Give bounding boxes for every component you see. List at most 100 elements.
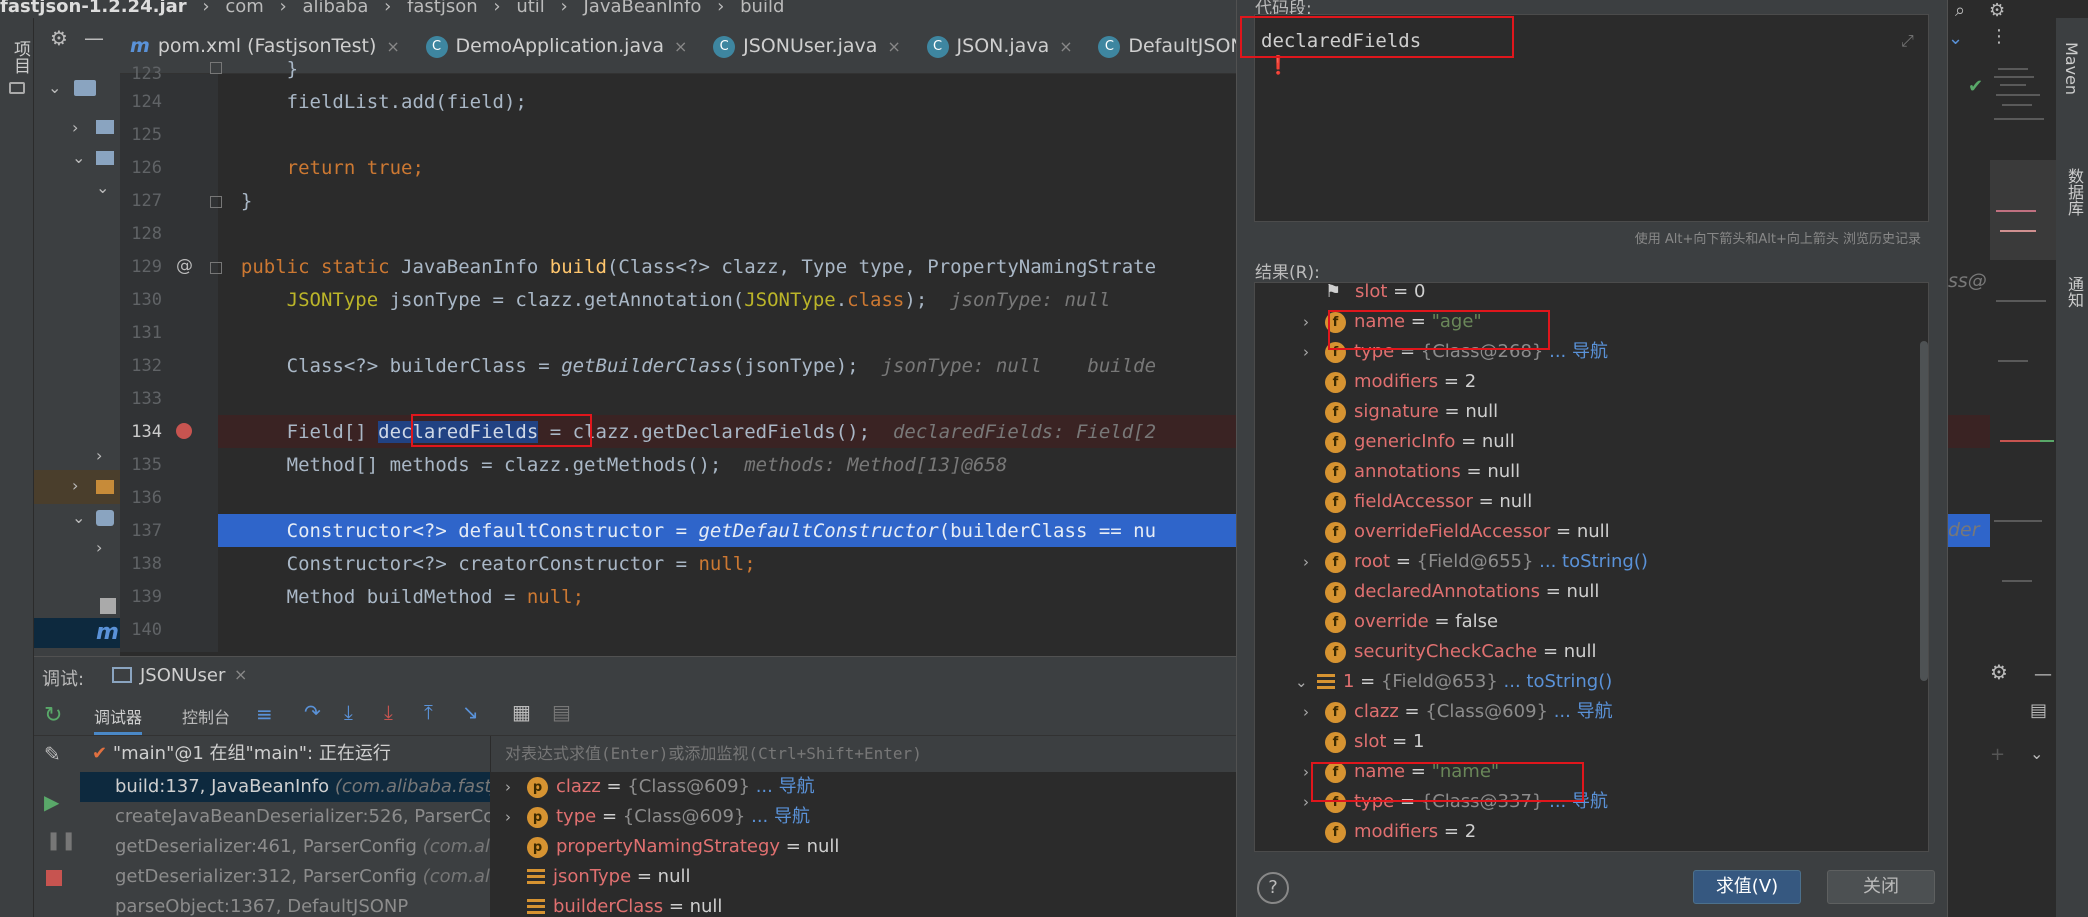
code-line-127[interactable]: }	[218, 185, 1236, 218]
variable-row[interactable]: p propertyNamingStrategy = null	[491, 832, 1236, 862]
debug-session-tab[interactable]: JSONUser	[140, 665, 225, 686]
more-icon[interactable]: ⋮	[1990, 26, 2008, 47]
result-row[interactable]: f fieldAccessor = null	[1325, 487, 1532, 517]
tostring-link[interactable]: ... toString()	[1498, 671, 1613, 692]
frame-item[interactable]: getDeserializer:461, ParserConfig (com.a…	[80, 832, 490, 862]
navigate-link[interactable]: ... 导航	[750, 776, 815, 797]
thread-selector[interactable]: ✔ "main"@1 在组"main": 正在运行	[80, 736, 490, 772]
trace-icon[interactable]: ▤	[552, 700, 571, 724]
evaluate-button[interactable]: 求值(V)	[1693, 870, 1801, 904]
navigate-link[interactable]: ... 导航	[745, 806, 810, 827]
stop-icon[interactable]	[46, 870, 62, 886]
pause-icon[interactable]: ❚❚	[46, 830, 76, 851]
code-line-129[interactable]: public static JavaBeanInfo build(Class<?…	[218, 251, 1236, 284]
notifications-tool-tab[interactable]: 通知	[2062, 276, 2086, 308]
result-row[interactable]: f annotations = null	[1325, 457, 1520, 487]
gear-icon[interactable]: ⚙	[1990, 660, 2008, 684]
code-line-135[interactable]: Method[] methods = clazz.getMethods(); m…	[218, 449, 1236, 482]
code-line-139[interactable]: Method buildMethod = null;	[218, 581, 1236, 614]
code-minimap[interactable]	[1990, 60, 2056, 660]
step-out-icon[interactable]: ⤒	[424, 700, 433, 724]
watch-input[interactable]: 对表达式求值(Enter)或添加监视(Ctrl+Shift+Enter)	[491, 736, 1236, 772]
navigate-link[interactable]: ... 导航	[1548, 701, 1613, 722]
result-row[interactable]: f slot = 1	[1325, 727, 1424, 757]
result-row[interactable]: ⚑ slot = 0	[1325, 283, 1425, 307]
breadcrumb-class[interactable]: JavaBeanInfo	[583, 0, 701, 17]
menu-icon[interactable]: ≡	[256, 702, 273, 726]
code-line-123[interactable]: }	[218, 53, 1236, 86]
rerun-icon[interactable]: ↻	[44, 703, 62, 728]
chevron-right-icon[interactable]: ›	[96, 538, 102, 557]
result-row[interactable]: f overrideFieldAccessor = null	[1325, 517, 1610, 547]
breadcrumb-jar[interactable]: fastjson-1.2.24.jar	[0, 0, 187, 17]
step-into-icon[interactable]: ⤓	[344, 700, 353, 724]
close-dialog-button[interactable]: 关闭	[1827, 870, 1935, 904]
code-line-137[interactable]: Constructor<?> defaultConstructor = getD…	[218, 515, 1236, 548]
code-line-138[interactable]: Constructor<?> creatorConstructor = null…	[218, 548, 1236, 581]
chevron-right-icon[interactable]: ›	[1303, 697, 1325, 727]
add-watch-icon[interactable]: +	[1990, 744, 2005, 765]
code-line-132[interactable]: Class<?> builderClass = getBuilderClass(…	[218, 350, 1236, 383]
breadcrumb-util[interactable]: util	[516, 0, 544, 17]
gear-icon[interactable]: ⚙	[50, 26, 68, 50]
navigate-link[interactable]: ... 导航	[1543, 341, 1608, 362]
chevron-down-icon[interactable]: ⌄	[72, 148, 85, 167]
breakpoint-icon[interactable]	[176, 423, 192, 439]
chevron-right-icon[interactable]: ›	[1303, 547, 1325, 577]
wrench-icon[interactable]: ✎	[44, 742, 61, 766]
variable-row[interactable]: › p clazz = {Class@609} ... 导航	[491, 772, 1236, 802]
chevron-down-icon[interactable]: ⌄	[72, 508, 85, 527]
layout-icon[interactable]: ▤	[2030, 700, 2047, 721]
chevron-down-icon[interactable]: ⌄	[1948, 28, 1963, 49]
chevron-right-icon[interactable]: ›	[72, 476, 78, 495]
frame-item[interactable]: build:137, JavaBeanInfo (com.alibaba.fas…	[80, 772, 490, 802]
result-row[interactable]: f override = false	[1325, 607, 1498, 637]
run-to-cursor-icon[interactable]: ↘	[462, 700, 479, 724]
minimize-icon[interactable]: —	[84, 26, 104, 50]
chevron-right-icon[interactable]: ›	[505, 772, 527, 802]
minimize-icon[interactable]: —	[2034, 664, 2052, 685]
frame-item[interactable]: createJavaBeanDeserializer:526, ParserCo…	[80, 802, 490, 832]
help-button[interactable]: ?	[1257, 872, 1289, 904]
variable-row[interactable]: jsonType = null	[491, 862, 1236, 892]
database-tool-tab[interactable]: 数据库	[2062, 168, 2086, 216]
chevron-right-icon[interactable]: ›	[96, 446, 102, 465]
variable-row[interactable]: › p type = {Class@609} ... 导航	[491, 802, 1236, 832]
chevron-right-icon[interactable]: ›	[505, 802, 527, 832]
chevron-down-icon[interactable]: ⌄	[96, 178, 109, 197]
variable-row[interactable]: builderClass = null	[491, 892, 1236, 917]
code-line-130[interactable]: JSONType jsonType = clazz.getAnnotation(…	[218, 284, 1236, 317]
chevron-down-icon[interactable]: ⌄	[2030, 744, 2043, 763]
project-tool-tab[interactable]: 项目	[8, 40, 33, 74]
search-icon[interactable]: ⌕	[1955, 0, 1965, 21]
gear-icon[interactable]: ⚙	[1989, 0, 2005, 21]
breadcrumb-alibaba[interactable]: alibaba	[302, 0, 368, 17]
step-over-icon[interactable]: ↷	[304, 700, 321, 724]
result-row[interactable]: f genericInfo = null	[1325, 427, 1515, 457]
result-row[interactable]: f securityCheckCache = null	[1325, 637, 1597, 667]
result-row[interactable]: f signature = null	[1325, 397, 1498, 427]
folder-icon[interactable]	[9, 82, 25, 94]
breadcrumb-method[interactable]: build	[740, 0, 784, 17]
result-row[interactable]: f modifiers = 2	[1325, 367, 1476, 397]
force-step-into-icon[interactable]: ⤓	[384, 700, 393, 724]
frame-item[interactable]: parseObject:1367, DefaultJSONP	[80, 892, 490, 917]
maven-tool-tab[interactable]: Maven	[2062, 42, 2081, 95]
evaluate-expression-icon[interactable]: ▦	[512, 700, 531, 724]
result-row[interactable]: › f root = {Field@655} ... toString()	[1303, 547, 1648, 577]
tab-console[interactable]: 控制台	[182, 704, 230, 728]
chevron-right-icon[interactable]: ›	[1303, 307, 1325, 337]
breadcrumb-com[interactable]: com	[225, 0, 263, 17]
breadcrumb-fastjson[interactable]: fastjson	[407, 0, 478, 17]
expand-icon[interactable]: ⤢	[1901, 31, 1914, 51]
result-row[interactable]: f declaredAnnotations = null	[1325, 577, 1599, 607]
chevron-down-icon[interactable]: ⌄	[48, 78, 61, 97]
chevron-right-icon[interactable]: ›	[1303, 337, 1325, 367]
result-row[interactable]: ⌄ 1 = {Field@653} ... toString()	[1295, 667, 1612, 697]
close-icon[interactable]: ×	[234, 665, 247, 684]
frame-item[interactable]: getDeserializer:312, ParserConfig (com.a…	[80, 862, 490, 892]
chevron-right-icon[interactable]: ›	[72, 118, 78, 137]
override-marker-icon[interactable]: @	[176, 256, 193, 276]
result-row[interactable]: f modifiers = 2	[1325, 817, 1476, 847]
code-line-124[interactable]: fieldList.add(field);	[218, 86, 1236, 119]
